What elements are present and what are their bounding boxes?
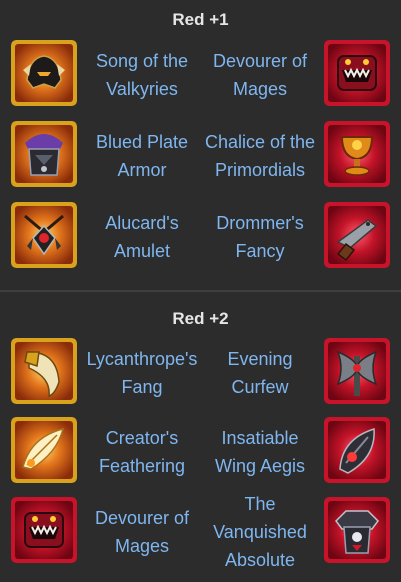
item-name: Lycanthrope's Fang (86, 349, 198, 397)
amulet-icon[interactable] (11, 202, 77, 268)
fang-icon[interactable] (11, 338, 77, 404)
item-row: Creator's Feathering Insatiable Wing Aeg… (0, 417, 401, 487)
item-name: Evening Curfew (227, 349, 293, 397)
devourer-tome-icon[interactable] (324, 40, 390, 106)
valkyrie-helmet-icon[interactable] (11, 40, 77, 106)
item-row: Alucard's Amulet Drommer's Fancy (0, 202, 401, 272)
plate-armor-icon[interactable] (11, 121, 77, 187)
item-row: Song of the Valkyries Devourer of Mages (0, 40, 401, 110)
item-row: Devourer of Mages The Vanquished Absolut… (0, 494, 401, 570)
item-name: Alucard's Amulet (105, 213, 179, 261)
item-name: Creator's Feathering (98, 428, 186, 476)
section-title: Red +1 (172, 10, 229, 29)
item-name: Song of the Valkyries (95, 51, 189, 99)
item-row: Lycanthrope's Fang Evening Curfew (0, 338, 401, 408)
axe-icon[interactable] (324, 338, 390, 404)
devourer-tome-icon[interactable] (11, 497, 77, 563)
item-name: The Vanquished Absolute (213, 494, 307, 570)
section-title: Red +2 (172, 309, 229, 328)
wing-aegis-icon[interactable] (324, 417, 390, 483)
section-red-plus-1: Red +1 Song of the Valkyries Devourer of… (0, 0, 401, 291)
feathering-icon[interactable] (11, 417, 77, 483)
item-name: Devourer of Mages (94, 508, 190, 556)
pistol-icon[interactable] (324, 202, 390, 268)
item-name: Insatiable Wing Aegis (214, 428, 306, 476)
chalice-icon[interactable] (324, 121, 390, 187)
section-red-plus-2: Red +2 Lycanthrope's Fang Evening Curfew (0, 292, 401, 582)
item-name: Chalice of the Primordials (204, 132, 316, 180)
item-name: Devourer of Mages (212, 51, 308, 99)
item-row: Blued Plate Armor Chalice of the Primord… (0, 121, 401, 191)
vanquished-armor-icon[interactable] (324, 497, 390, 563)
item-name: Blued Plate Armor (95, 132, 189, 180)
item-name: Drommer's Fancy (216, 213, 304, 261)
